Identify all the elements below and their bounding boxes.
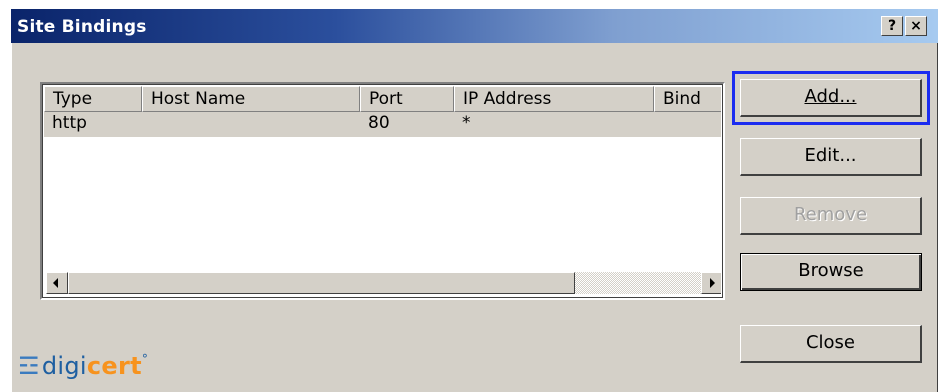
close-window-button[interactable]: ×: [905, 16, 927, 36]
help-button[interactable]: ?: [881, 16, 903, 36]
title-bar[interactable]: Site Bindings ? ×: [11, 9, 938, 43]
cell-type: http: [52, 113, 87, 133]
list-header: Type Host Name Port IP Address Bind: [44, 86, 721, 112]
remove-button-label: Remove: [793, 204, 868, 225]
scroll-left-button[interactable]: [46, 272, 68, 294]
add-button-label: Add...: [804, 86, 857, 107]
cell-host-name: [142, 112, 150, 137]
column-header-port[interactable]: Port: [360, 86, 454, 112]
digicert-mark-icon: ☲: [18, 352, 40, 380]
scrollbar-thumb[interactable]: [68, 272, 575, 294]
horizontal-scrollbar[interactable]: [46, 272, 721, 294]
remove-button[interactable]: Remove: [740, 197, 922, 235]
browse-button-label: Browse: [798, 260, 864, 281]
digicert-logo: ☲digicert°: [18, 352, 148, 380]
browse-button[interactable]: Browse: [740, 253, 922, 291]
column-header-host-name[interactable]: Host Name: [142, 86, 360, 112]
bindings-list[interactable]: Type Host Name Port IP Address Bind http…: [40, 82, 725, 300]
column-header-type[interactable]: Type: [44, 86, 142, 112]
scroll-right-button[interactable]: [701, 272, 721, 294]
column-header-bind[interactable]: Bind: [654, 86, 721, 112]
logo-text-cert: cert: [86, 352, 142, 380]
logo-text-digi: digi: [41, 352, 87, 380]
add-button[interactable]: Add...: [732, 71, 930, 125]
table-row[interactable]: http 80 *: [44, 112, 721, 137]
site-bindings-dialog: Site Bindings ? × Type Host Name Port IP…: [11, 9, 938, 392]
cell-port: 80: [368, 113, 390, 133]
cell-ip-address: *: [462, 113, 471, 133]
dialog-title: Site Bindings: [17, 17, 147, 37]
edit-button[interactable]: Edit...: [740, 138, 922, 176]
column-header-ip-address[interactable]: IP Address: [454, 86, 654, 112]
close-button[interactable]: Close: [740, 325, 922, 363]
close-button-label: Close: [805, 332, 856, 353]
edit-button-label: Edit...: [804, 145, 857, 166]
logo-trademark: °: [141, 352, 149, 366]
arrow-right-icon: [710, 278, 715, 288]
arrow-left-icon: [53, 278, 58, 288]
